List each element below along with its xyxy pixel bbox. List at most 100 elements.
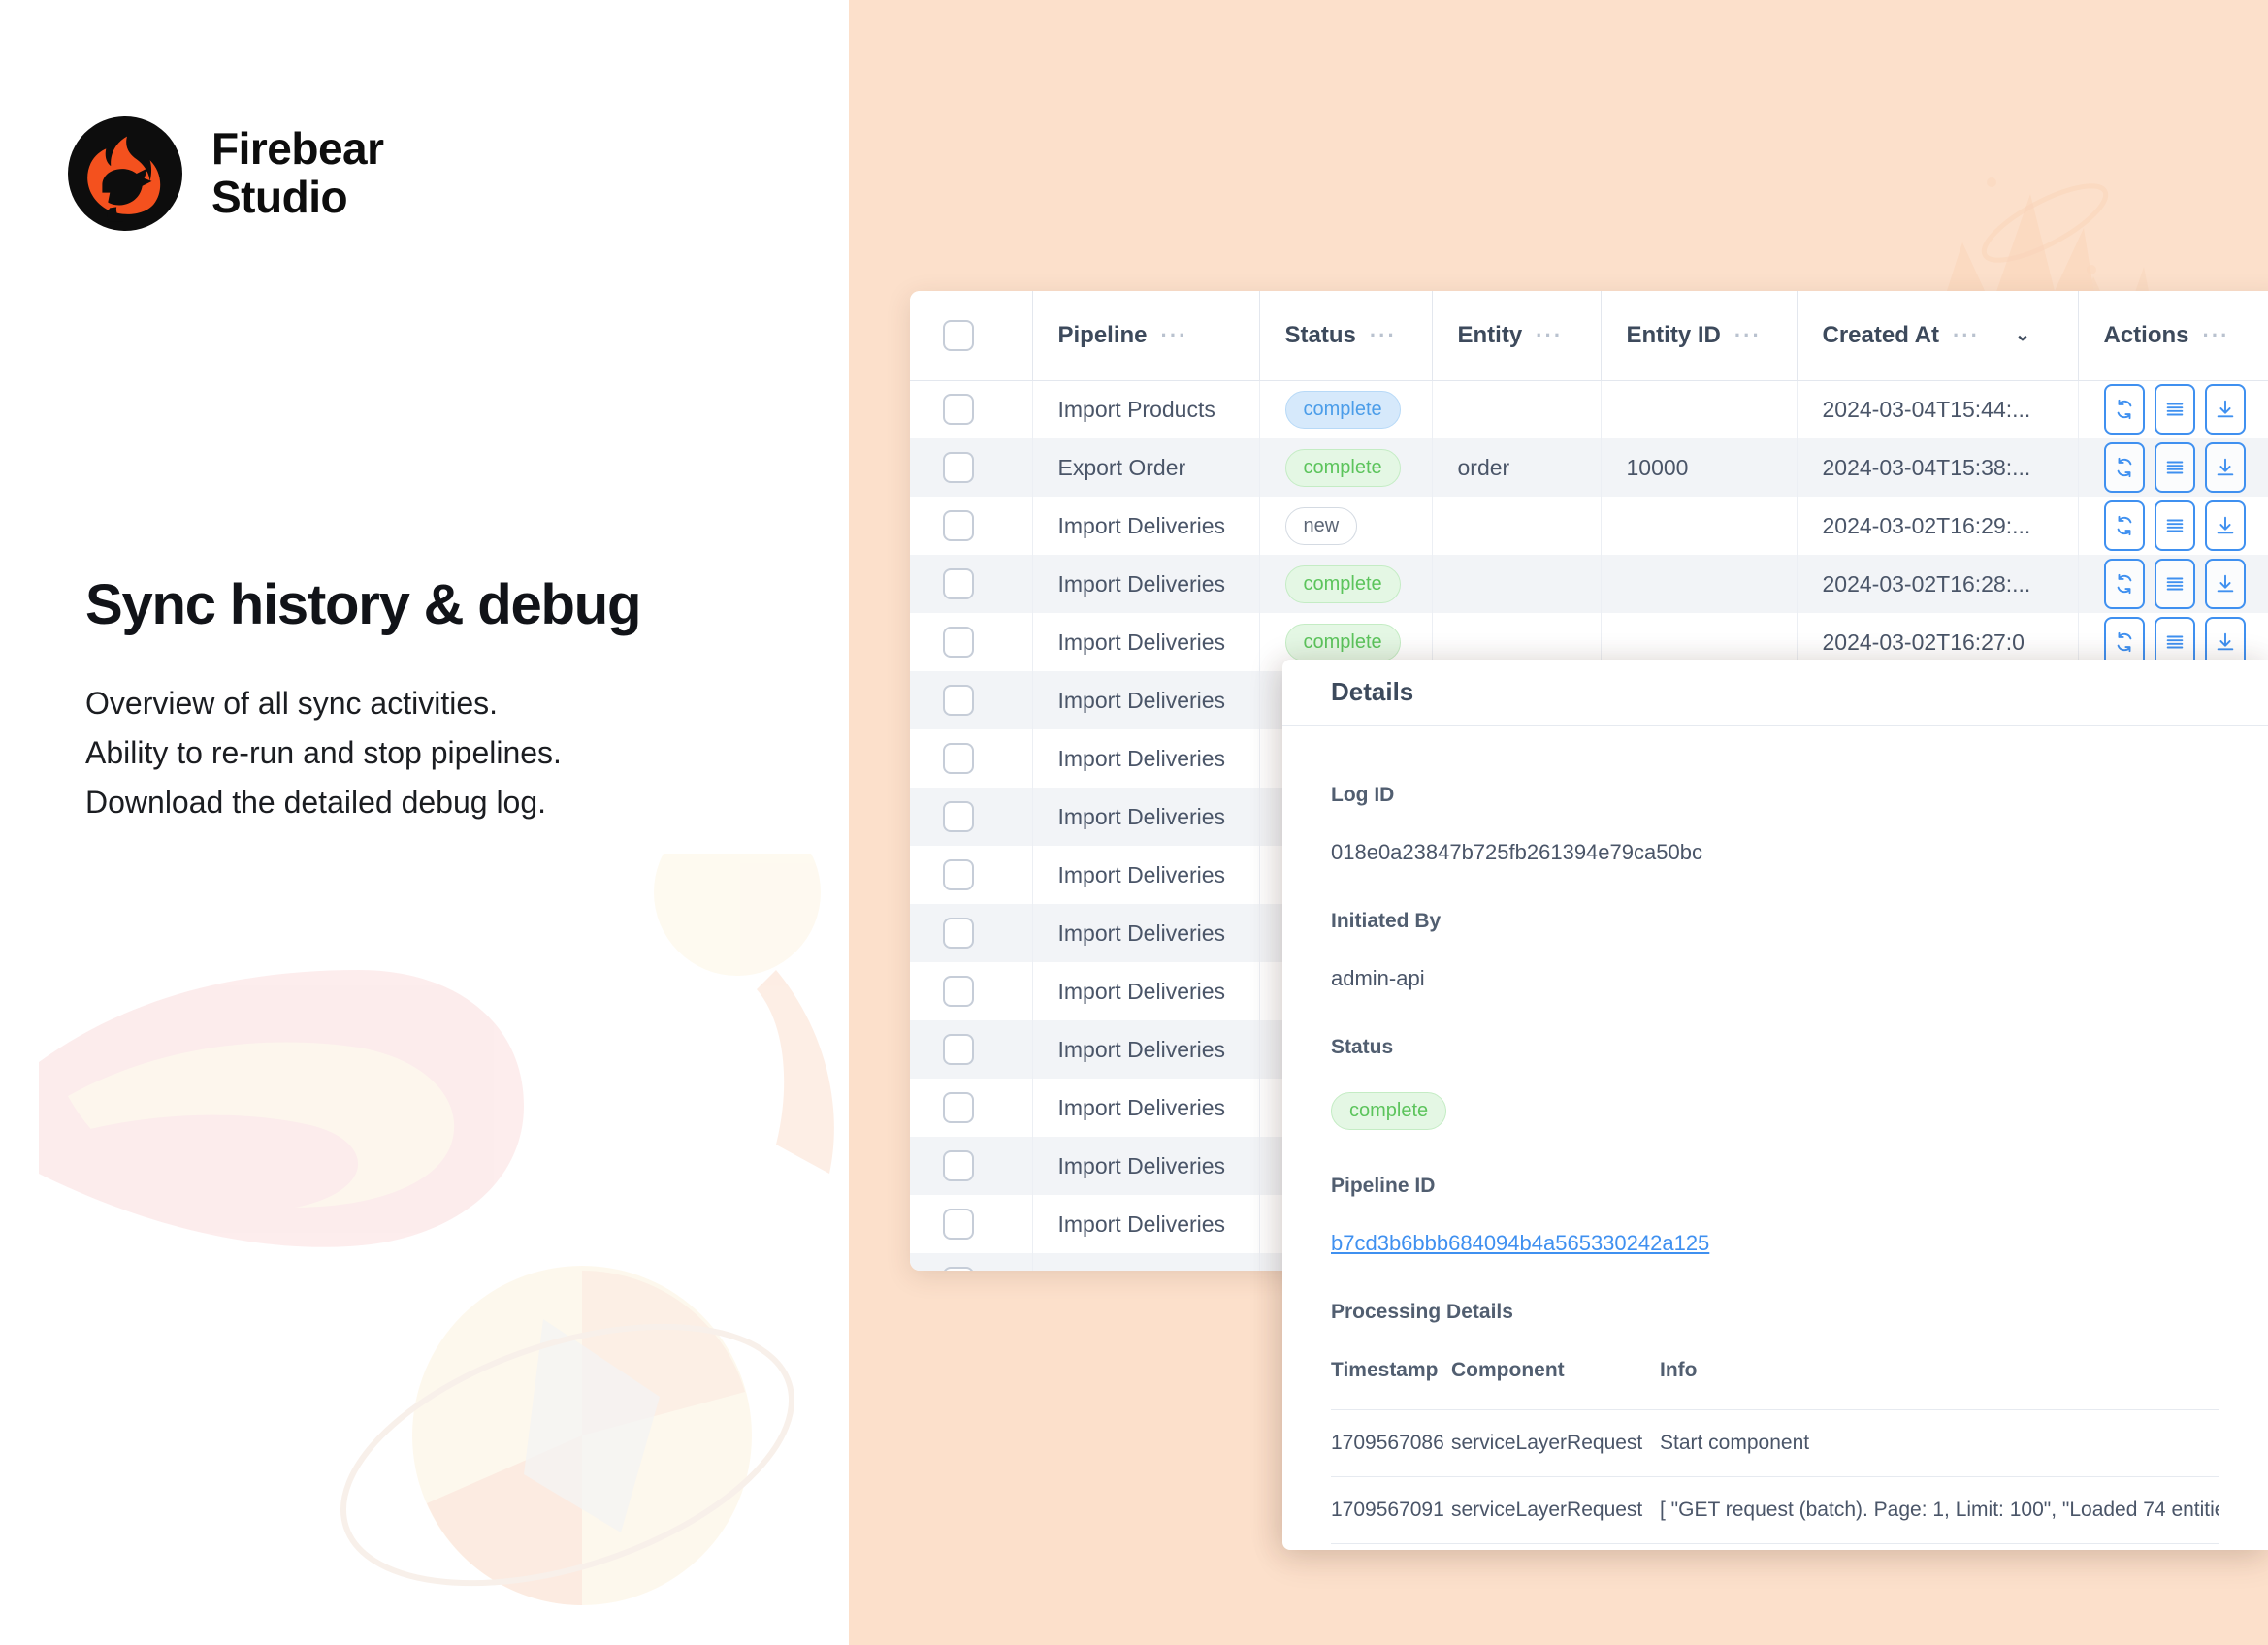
download-log-button[interactable] bbox=[2204, 442, 2246, 493]
header-pipeline[interactable]: Pipeline ··· bbox=[1032, 291, 1260, 381]
comet-decoration-icon bbox=[39, 854, 834, 1605]
row-checkbox[interactable] bbox=[942, 452, 974, 483]
processing-row: 1709567086 serviceLayerRequest Start compo… bbox=[1331, 1409, 2219, 1477]
cell-status: complete bbox=[1259, 555, 1433, 613]
row-select-cell bbox=[910, 962, 1033, 1020]
chevron-down-icon[interactable]: ⌄ bbox=[2015, 324, 2030, 346]
rerun-button[interactable] bbox=[2103, 559, 2145, 609]
rerun-button[interactable] bbox=[2103, 442, 2145, 493]
row-checkbox[interactable] bbox=[942, 685, 974, 716]
header-entity[interactable]: Entity ··· bbox=[1432, 291, 1602, 381]
column-menu-icon[interactable]: ··· bbox=[1161, 324, 1188, 346]
processing-cell-timestamp: 1709567091 bbox=[1331, 1476, 1451, 1544]
row-checkbox[interactable] bbox=[942, 568, 974, 599]
rerun-button[interactable] bbox=[2103, 384, 2145, 435]
cell-pipeline: Import Deliveries bbox=[1032, 613, 1260, 671]
list-icon bbox=[2164, 399, 2186, 420]
download-icon bbox=[2215, 457, 2236, 478]
row-select-cell bbox=[910, 1079, 1033, 1137]
header-actions-label: Actions bbox=[2103, 321, 2189, 348]
details-panel-body: Log ID 018e0a23847b725fb261394e79ca50bc … bbox=[1282, 726, 2268, 1550]
cell-pipeline: Import Deliveries bbox=[1032, 1079, 1260, 1137]
column-menu-icon[interactable]: ··· bbox=[1536, 324, 1563, 346]
cell-created-at: 2024-03-02T16:29:... bbox=[1797, 497, 2079, 555]
list-icon bbox=[2164, 573, 2186, 595]
row-select-cell bbox=[910, 846, 1033, 904]
row-checkbox[interactable] bbox=[942, 1092, 974, 1123]
download-log-button[interactable] bbox=[2204, 384, 2246, 435]
row-checkbox[interactable] bbox=[942, 859, 974, 890]
download-icon bbox=[2215, 515, 2236, 536]
row-select-cell bbox=[910, 729, 1033, 788]
download-log-button[interactable] bbox=[2204, 559, 2246, 609]
cell-pipeline: Import Deliveries bbox=[1032, 962, 1260, 1020]
row-checkbox[interactable] bbox=[942, 801, 974, 832]
download-icon bbox=[2215, 573, 2236, 595]
row-select-cell bbox=[910, 380, 1033, 438]
log-id-value: 018e0a23847b725fb261394e79ca50bc bbox=[1331, 840, 1702, 864]
cell-pipeline: Import Deliveries bbox=[1032, 1137, 1260, 1195]
brand-logo: Firebear Studio bbox=[68, 116, 384, 231]
row-checkbox[interactable] bbox=[942, 1034, 974, 1065]
processing-cell-info: Start component bbox=[1660, 1543, 2219, 1550]
cell-pipeline: Import Deliveries bbox=[1032, 497, 1260, 555]
column-menu-icon[interactable]: ··· bbox=[1734, 324, 1762, 346]
column-menu-icon[interactable]: ··· bbox=[1370, 324, 1397, 346]
row-checkbox[interactable] bbox=[942, 1150, 974, 1181]
status-badge: new bbox=[1284, 506, 1358, 545]
processing-cell-info: [ "GET request (batch). Page: 1, Limit: … bbox=[1660, 1476, 2219, 1544]
column-menu-icon[interactable]: ··· bbox=[2203, 324, 2230, 346]
header-entity-id[interactable]: Entity ID ··· bbox=[1601, 291, 1798, 381]
row-checkbox[interactable] bbox=[942, 1267, 974, 1271]
table-row[interactable]: Import Deliveries complete 2024-03-02T16:2… bbox=[910, 555, 2268, 613]
row-checkbox[interactable] bbox=[942, 394, 974, 426]
row-checkbox[interactable] bbox=[942, 976, 974, 1007]
row-checkbox[interactable] bbox=[942, 918, 974, 949]
row-checkbox[interactable] bbox=[942, 627, 974, 658]
select-all-checkbox[interactable] bbox=[942, 319, 974, 351]
status-badge: complete bbox=[1284, 623, 1401, 661]
row-checkbox[interactable] bbox=[942, 743, 974, 774]
row-checkbox[interactable] bbox=[942, 1209, 974, 1240]
view-log-button[interactable] bbox=[2154, 500, 2195, 551]
cell-entity-id bbox=[1601, 380, 1798, 438]
header-status-label: Status bbox=[1284, 321, 1356, 348]
row-select-cell bbox=[910, 613, 1033, 671]
cell-status: new bbox=[1259, 497, 1433, 555]
cell-entity-id bbox=[1601, 555, 1798, 613]
cell-actions bbox=[2078, 555, 2268, 613]
cell-pipeline: Import Deliveries bbox=[1032, 1195, 1260, 1253]
processing-cell-component: serviceLayerRequest bbox=[1451, 1409, 1660, 1477]
brand-name-line2: Studio bbox=[211, 172, 348, 222]
cell-pipeline: Import Deliveries bbox=[1032, 904, 1260, 962]
row-actions bbox=[2103, 559, 2263, 609]
cell-entity-id: 10000 bbox=[1601, 438, 1798, 497]
column-menu-icon[interactable]: ··· bbox=[1953, 324, 1980, 346]
header-created-at[interactable]: Created At ··· ⌄ bbox=[1797, 291, 2079, 381]
pipeline-id-link[interactable]: b7cd3b6bbb684094b4a565330242a125 bbox=[1331, 1231, 2219, 1256]
table-row[interactable]: Export Order complete order 10000 2024-03-04… bbox=[910, 438, 2268, 497]
hero-line-3: Download the detailed debug log. bbox=[85, 785, 547, 821]
processing-row: 1709567091 serviceLayerRequest[ "GET requ… bbox=[1331, 1476, 2219, 1544]
hero-line-2: Ability to re-run and stop pipelines. bbox=[85, 735, 562, 771]
header-status[interactable]: Status ··· bbox=[1259, 291, 1433, 381]
view-log-button[interactable] bbox=[2154, 384, 2195, 435]
download-log-button[interactable] bbox=[2204, 500, 2246, 551]
rerun-button[interactable] bbox=[2103, 500, 2145, 551]
processing-row: 1709567091convertItemsToProductsStart co… bbox=[1331, 1543, 2219, 1550]
row-actions bbox=[2103, 500, 2263, 551]
header-actions[interactable]: Actions ··· bbox=[2078, 291, 2268, 381]
row-select-cell bbox=[910, 1195, 1033, 1253]
table-row[interactable]: Import Products complete 2024-03-04T15:44:… bbox=[910, 380, 2268, 438]
header-created-at-label: Created At bbox=[1822, 321, 1939, 348]
row-checkbox[interactable] bbox=[942, 510, 974, 541]
cell-pipeline: Import Deliveries bbox=[1032, 1253, 1260, 1271]
status-badge: complete bbox=[1284, 448, 1401, 487]
table-row[interactable]: Import Deliveries new 2024-03-02T16:29:... bbox=[910, 497, 2268, 555]
view-log-button[interactable] bbox=[2154, 559, 2195, 609]
processing-details-table: Timestamp Component Info 1709567086 servi… bbox=[1331, 1359, 2219, 1550]
row-select-cell bbox=[910, 1137, 1033, 1195]
view-log-button[interactable] bbox=[2154, 442, 2195, 493]
download-icon bbox=[2215, 399, 2236, 420]
initiated-by-value: admin-api bbox=[1331, 966, 1425, 990]
